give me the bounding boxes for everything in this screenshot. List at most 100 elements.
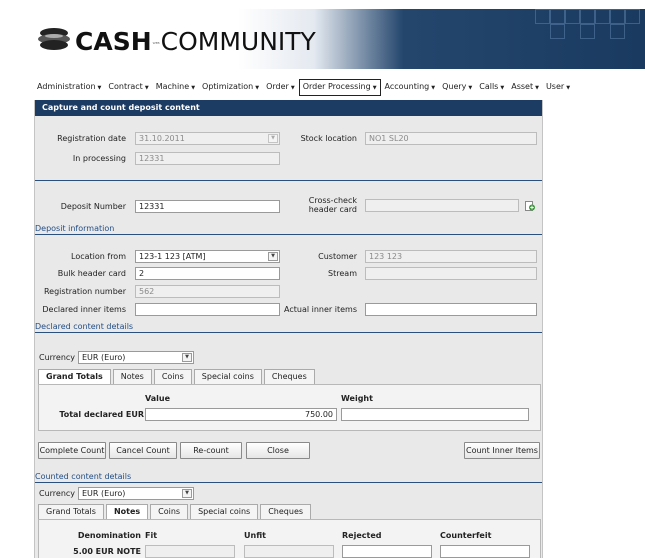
menu-item-label: Order Processing	[302, 82, 371, 91]
section-title: Deposit information	[35, 224, 115, 233]
denomination-row-label: 5.00 EUR NOTE	[73, 547, 141, 556]
chevron-down-icon: ▼	[372, 85, 377, 91]
menu-item-order-processing[interactable]: Order Processing ▼	[298, 79, 381, 96]
counted-currency-select[interactable]: EUR (Euro) ▼	[78, 487, 194, 500]
tab-grand-totals[interactable]: Grand Totals	[38, 504, 104, 519]
section-title: Counted content details	[35, 472, 132, 481]
location-from-select[interactable]: 123-1 123 [ATM] ▼	[135, 250, 280, 263]
chevron-down-icon[interactable]: ▼	[268, 252, 278, 261]
banner-tile	[565, 9, 580, 24]
value-column-header: Value	[145, 394, 171, 403]
crosscheck-header-card-label: Cross-check header card	[309, 196, 357, 214]
chevron-down-icon: ▼	[144, 85, 149, 91]
menu-item-label: Optimization	[202, 82, 254, 91]
declared-currency-select[interactable]: EUR (Euro) ▼	[78, 351, 194, 364]
banner-tile	[535, 9, 550, 24]
tab-cheques[interactable]: Cheques	[263, 369, 315, 384]
section-title: Declared content details	[35, 322, 134, 331]
crosscheck-label-line1: Cross-check	[308, 196, 357, 205]
recount-button[interactable]: Re-count	[180, 442, 242, 459]
brand-bold: CASH	[75, 27, 152, 56]
declared-inner-items-input[interactable]	[135, 303, 280, 316]
banner-tile	[550, 24, 565, 39]
chevron-down-icon[interactable]: ▼	[182, 353, 192, 362]
menu-item-accounting[interactable]: Accounting ▼	[382, 80, 439, 95]
unfit-column-header: Unfit	[244, 531, 266, 540]
currency-value: EUR (Euro)	[82, 353, 126, 362]
weight-column-header: Weight	[341, 394, 373, 403]
in-processing-label: In processing	[72, 154, 126, 163]
menu-item-query[interactable]: Query ▼	[439, 80, 475, 95]
total-declared-value-field[interactable]: 750.00	[145, 408, 337, 421]
tab-special-coins[interactable]: Special coins	[190, 504, 259, 519]
counterfeit-count-input[interactable]	[440, 545, 530, 558]
currency-label: Currency	[39, 353, 76, 362]
stock-location-field: NO1 SL20	[365, 132, 537, 145]
menu-item-calls[interactable]: Calls ▼	[476, 80, 507, 95]
complete-count-button[interactable]: Complete Count	[38, 442, 106, 459]
banner-tile	[610, 9, 625, 24]
menu-item-label: Query	[442, 82, 467, 91]
menu-item-contract[interactable]: Contract ▼	[105, 80, 151, 95]
counted-tabs: Grand Totals Notes Coins Special coins C…	[38, 504, 313, 519]
declared-inner-items-label: Declared inner items	[42, 305, 126, 314]
section-rule	[35, 332, 542, 333]
menu-item-user[interactable]: User ▼	[543, 80, 573, 95]
registration-date-label: Registration date	[57, 134, 126, 143]
brand-rest: COMMUNITY	[160, 27, 316, 56]
declared-grand-totals-panel: Value Weight Total declared EUR 750.00	[38, 384, 541, 431]
deposit-number-label: Deposit Number	[60, 202, 126, 211]
tab-notes[interactable]: Notes	[112, 369, 152, 384]
menu-item-label: Order	[266, 82, 289, 91]
menu-item-administration[interactable]: Administration ▼	[34, 80, 104, 95]
banner-tile	[550, 9, 565, 24]
counted-notes-panel: Denomination Fit Unfit Rejected Counterf…	[38, 519, 541, 558]
banner-tile	[625, 9, 640, 24]
bulk-header-card-input[interactable]: 2	[135, 267, 280, 280]
tab-coins[interactable]: Coins	[150, 504, 189, 519]
menu-item-optimization[interactable]: Optimization ▼	[199, 80, 262, 95]
tab-special-coins[interactable]: Special coins	[193, 369, 262, 384]
menu-item-label: User	[545, 82, 565, 91]
actual-inner-items-input[interactable]	[365, 303, 537, 316]
menu-item-order[interactable]: Order ▼	[263, 80, 298, 95]
chevron-down-icon: ▼	[290, 85, 295, 91]
count-inner-items-button[interactable]: Count Inner Items	[464, 442, 540, 459]
menu-item-machine[interactable]: Machine ▼	[153, 80, 198, 95]
banner-tile	[580, 24, 595, 39]
banner-tile	[610, 24, 625, 39]
close-button[interactable]: Close	[246, 442, 310, 459]
app-header-banner: CASHWEBCOMMUNITY	[9, 9, 645, 69]
tab-coins[interactable]: Coins	[153, 369, 192, 384]
menu-item-label: Machine	[155, 82, 190, 91]
page-title: Capture and count deposit content	[35, 100, 542, 116]
tab-notes[interactable]: Notes	[105, 504, 149, 519]
location-from-value: 123-1 123 [ATM]	[139, 252, 206, 261]
registration-number-label: Registration number	[43, 287, 126, 296]
currency-value: EUR (Euro)	[82, 489, 126, 498]
brand-wordmark: CASHWEBCOMMUNITY	[75, 28, 316, 56]
menu-item-label: Accounting	[384, 82, 430, 91]
deposit-capture-form: Capture and count deposit content Regist…	[34, 100, 543, 558]
deposit-information-section: Deposit information	[35, 224, 542, 235]
declared-content-section: Declared content details	[35, 322, 542, 333]
add-crosscheck-icon[interactable]	[525, 201, 535, 211]
menu-item-label: Asset	[511, 82, 534, 91]
menu-item-label: Calls	[479, 82, 499, 91]
tab-cheques[interactable]: Cheques	[260, 504, 312, 519]
counterfeit-column-header: Counterfeit	[440, 531, 492, 540]
menu-item-label: Contract	[108, 82, 143, 91]
chevron-down-icon: ▼	[535, 85, 539, 91]
total-declared-weight-field[interactable]	[341, 408, 529, 421]
deposit-number-input[interactable]: 12331	[135, 200, 280, 213]
brand-web: WEB	[152, 41, 160, 45]
cancel-count-button[interactable]: Cancel Count	[109, 442, 177, 459]
chevron-down-icon[interactable]: ▼	[182, 489, 192, 498]
tab-grand-totals[interactable]: Grand Totals	[38, 369, 111, 384]
customer-label: Customer	[318, 252, 357, 261]
crosscheck-header-card-field	[365, 199, 519, 212]
customer-field: 123 123	[365, 250, 537, 263]
menu-item-asset[interactable]: Asset ▼	[508, 80, 542, 95]
rejected-count-input[interactable]	[342, 545, 432, 558]
total-declared-label: Total declared EUR	[59, 410, 144, 419]
